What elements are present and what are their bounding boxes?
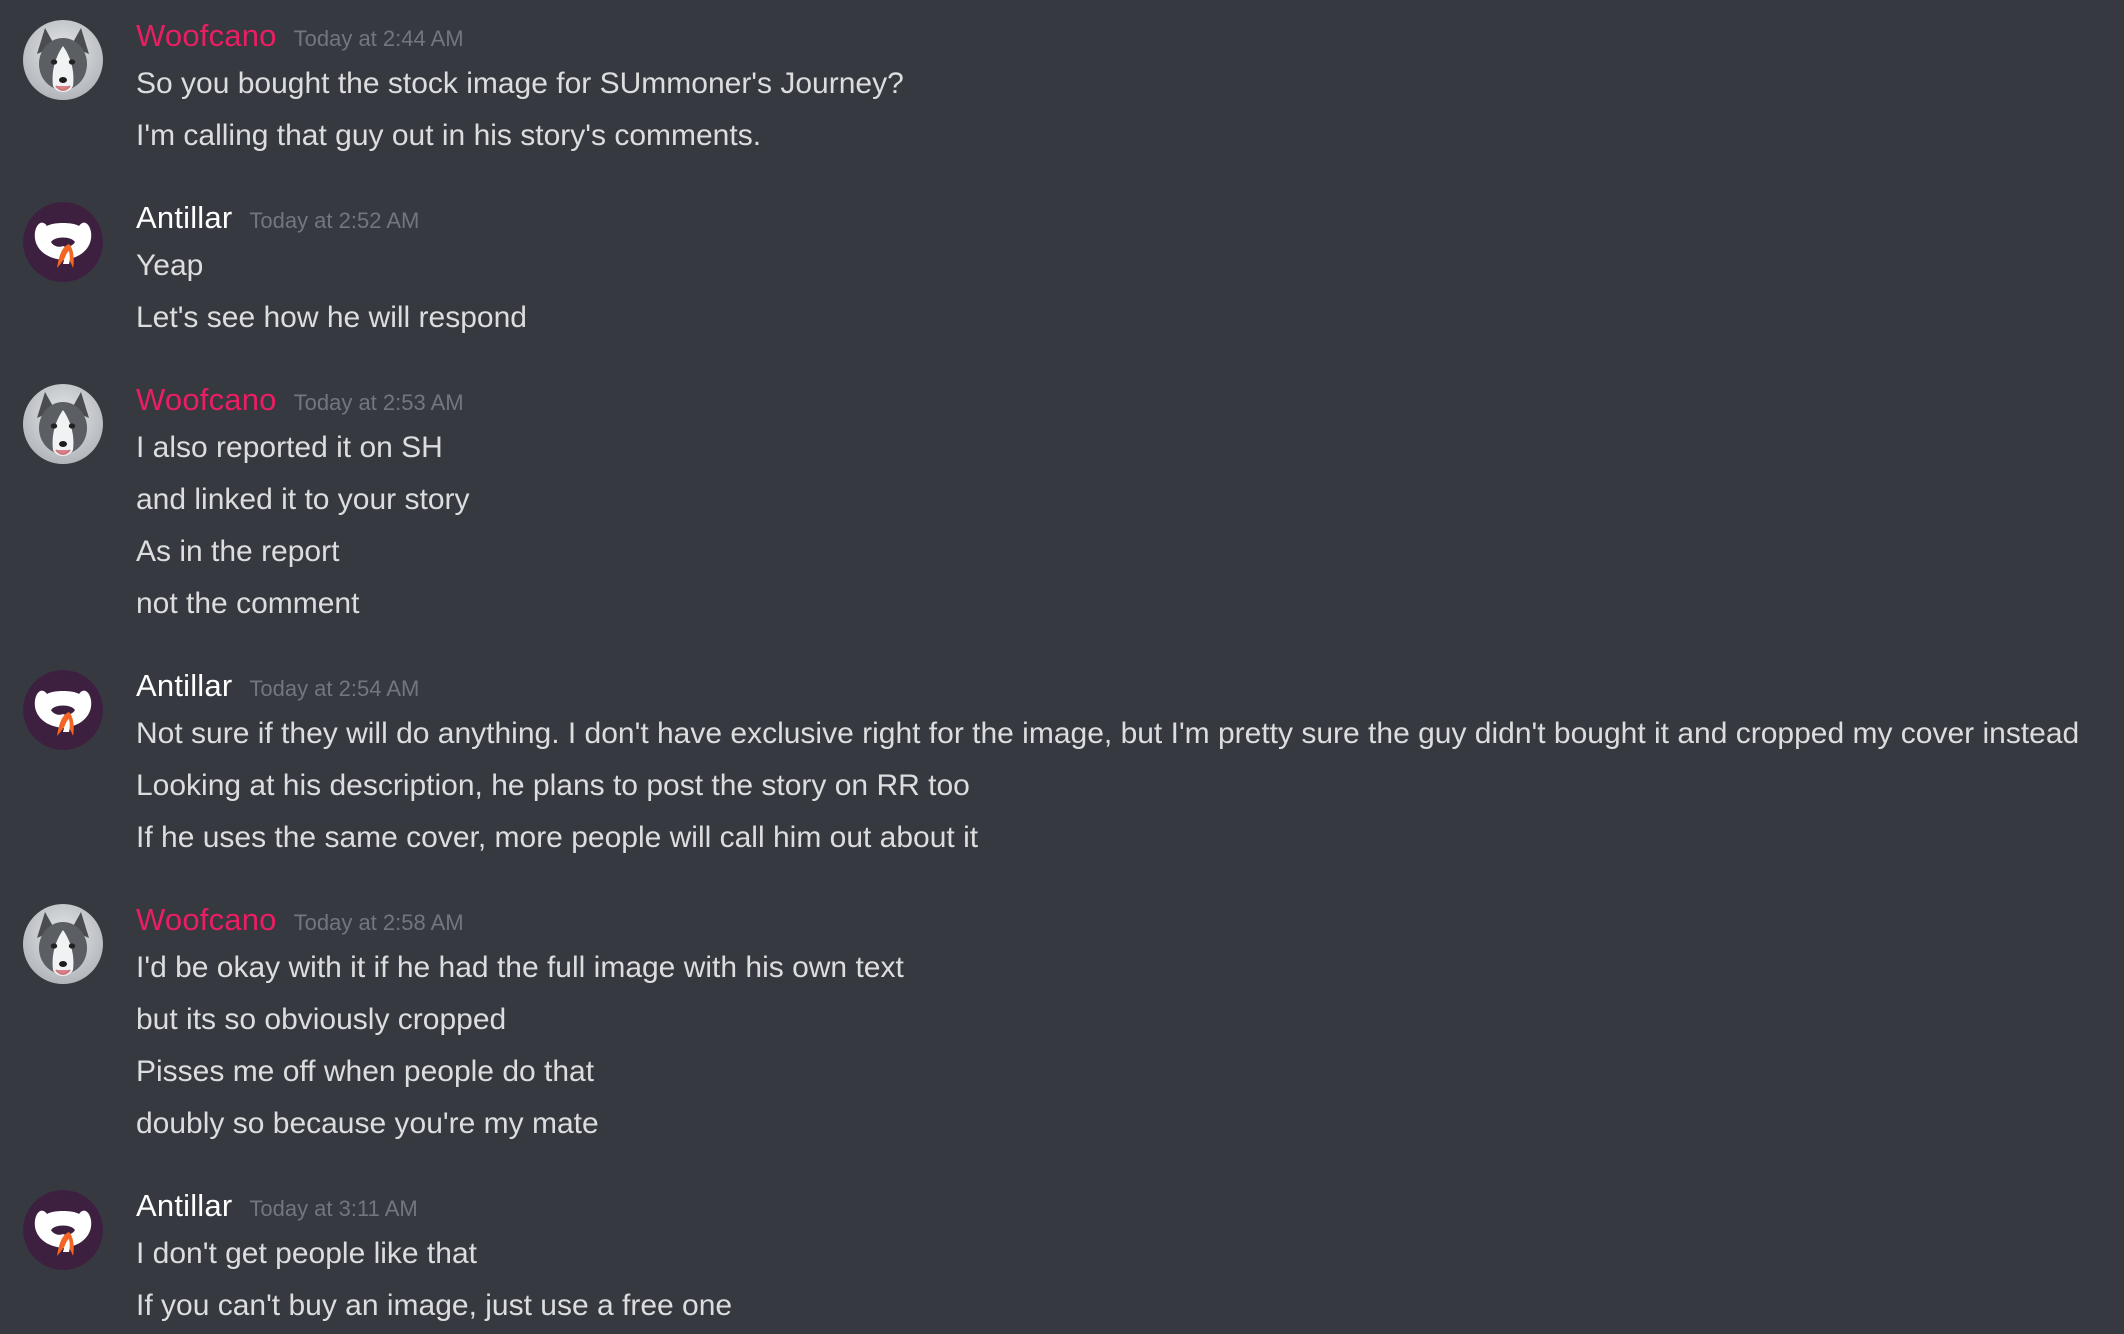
husky-avatar-icon[interactable] — [23, 904, 103, 984]
message-text: Let's see how he will respond — [136, 301, 527, 334]
message-text: As in the report — [136, 535, 340, 568]
message-text: and linked it to your story — [136, 483, 470, 516]
message-text: If he uses the same cover, more people w… — [136, 821, 979, 854]
timestamp: Today at 3:11 AM — [249, 1196, 418, 1221]
timestamp: Today at 2:44 AM — [293, 26, 464, 51]
username[interactable]: Antillar — [136, 198, 232, 238]
chat-message-list: Woofcano Today at 2:44 AM So you bought th… — [0, 0, 2124, 1334]
message-text: not the comment — [136, 587, 360, 620]
message-text: but its so obviously cropped — [136, 1003, 507, 1036]
username[interactable]: Woofcano — [136, 380, 277, 420]
message-header: Antillar Today at 3:11 AM — [136, 1186, 418, 1226]
message-text: Yeap — [136, 249, 204, 282]
message-text: Pisses me off when people do that — [136, 1055, 595, 1088]
message-text: I also reported it on SH — [136, 431, 443, 464]
message-header: Woofcano Today at 2:53 AM — [136, 380, 464, 420]
husky-avatar-icon[interactable] — [23, 384, 103, 464]
fox-logo-avatar-icon[interactable] — [23, 1190, 103, 1270]
message-lines: I don't get people like that If you can't… — [136, 1228, 732, 1332]
message-lines: Yeap Let's see how he will respond — [136, 240, 527, 344]
message-lines: So you bought the stock image for SUmmon… — [136, 58, 904, 162]
message-text: If you can't buy an image, just use a fr… — [136, 1289, 733, 1322]
fox-logo-avatar-icon[interactable] — [23, 670, 103, 750]
username[interactable]: Antillar — [136, 1186, 232, 1226]
message-text: I'd be okay with it if he had the full i… — [136, 951, 904, 984]
message-lines: I also reported it on SH and linked it to… — [136, 422, 470, 630]
username[interactable]: Woofcano — [136, 900, 277, 940]
timestamp: Today at 2:54 AM — [249, 676, 420, 701]
message-text: So you bought the stock image for SUmmon… — [136, 67, 904, 100]
message-text: I'm calling that guy out in his story's … — [136, 119, 762, 152]
message-header: Antillar Today at 2:52 AM — [136, 198, 419, 238]
message-header: Woofcano Today at 2:44 AM — [136, 16, 464, 56]
message-lines: Not sure if they will do anything. I don… — [136, 708, 2079, 864]
username[interactable]: Antillar — [136, 666, 232, 706]
timestamp: Today at 2:52 AM — [249, 208, 420, 233]
message-text: Looking at his description, he plans to … — [136, 769, 970, 802]
timestamp: Today at 2:53 AM — [293, 390, 464, 415]
username[interactable]: Woofcano — [136, 16, 277, 56]
message-lines: I'd be okay with it if he had the full i… — [136, 942, 904, 1150]
message-text: Not sure if they will do anything. I don… — [136, 717, 2080, 750]
message-text: I don't get people like that — [136, 1237, 477, 1270]
message-header: Antillar Today at 2:54 AM — [136, 666, 419, 706]
message-text: doubly so because you're my mate — [136, 1107, 599, 1140]
fox-logo-avatar-icon[interactable] — [23, 202, 103, 282]
husky-avatar-icon[interactable] — [23, 20, 103, 100]
message-header: Woofcano Today at 2:58 AM — [136, 900, 464, 940]
timestamp: Today at 2:58 AM — [293, 910, 464, 935]
